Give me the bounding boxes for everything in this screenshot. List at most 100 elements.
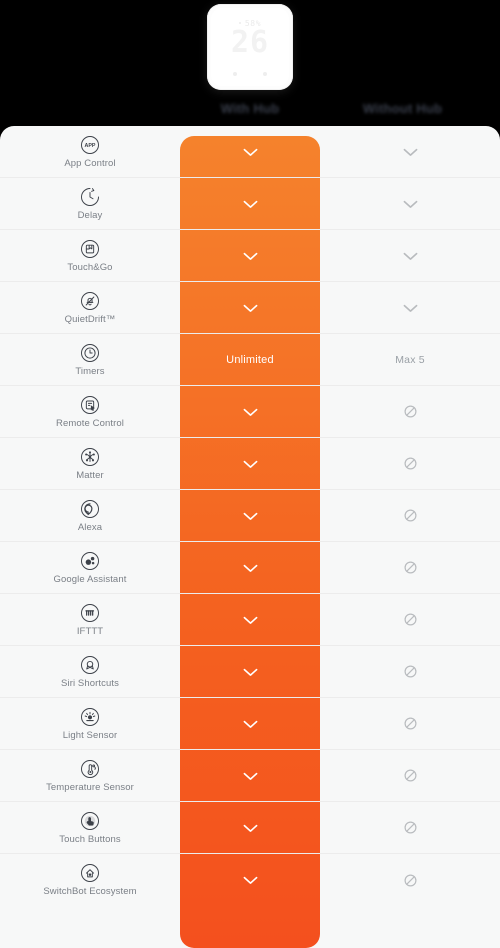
thermostat-device-image: 58% 26 bbox=[207, 4, 293, 90]
without-hub-value: Max 5 bbox=[395, 353, 425, 366]
feature-label: Remote Control bbox=[56, 417, 124, 429]
check-icon bbox=[243, 512, 257, 520]
check-icon bbox=[243, 564, 257, 572]
with-hub-cell bbox=[180, 667, 320, 677]
prohibited-icon bbox=[403, 561, 417, 574]
feature-label: Alexa bbox=[77, 521, 103, 533]
with-hub-cell bbox=[180, 719, 320, 729]
with-hub-cell bbox=[180, 875, 320, 885]
feature-cell: Delay bbox=[0, 187, 180, 221]
without-hub-cell bbox=[320, 769, 500, 782]
with-hub-cell bbox=[180, 563, 320, 573]
without-hub-cell bbox=[320, 405, 500, 418]
check-icon bbox=[243, 824, 257, 832]
feature-label: Google Assistant bbox=[53, 573, 127, 585]
touch-and-go-icon bbox=[80, 239, 100, 259]
column-header-with-hub: With Hub bbox=[220, 101, 280, 116]
feature-label: QuietDrift™ bbox=[64, 313, 116, 325]
table-row: Matter bbox=[0, 438, 500, 490]
with-hub-cell bbox=[180, 407, 320, 417]
table-row: Alexa bbox=[0, 490, 500, 542]
feature-cell: QuietDrift™ bbox=[0, 291, 180, 325]
without-hub-cell bbox=[320, 873, 500, 887]
feature-cell: Touch&Go bbox=[0, 239, 180, 273]
product-hero: 58% 26 bbox=[0, 0, 500, 96]
temperature-sensor-icon bbox=[80, 759, 100, 779]
timers-icon bbox=[80, 343, 100, 363]
with-hub-cell bbox=[180, 615, 320, 625]
feature-cell: IFTTT bbox=[0, 603, 180, 637]
check-icon bbox=[243, 720, 257, 728]
table-row: Temperature Sensor bbox=[0, 750, 500, 802]
feature-label: IFTTT bbox=[76, 625, 104, 637]
feature-cell: APP App Control bbox=[0, 135, 180, 169]
prohibited-icon bbox=[403, 873, 417, 887]
check-icon bbox=[403, 148, 417, 156]
table-row: Siri Shortcuts bbox=[0, 646, 500, 698]
feature-cell: Matter bbox=[0, 447, 180, 481]
prohibited-icon bbox=[403, 457, 417, 470]
table-row: QuietDrift™ bbox=[0, 282, 500, 334]
table-row: Delay bbox=[0, 178, 500, 230]
without-hub-cell bbox=[320, 613, 500, 626]
check-icon bbox=[243, 200, 257, 208]
with-hub-cell bbox=[180, 147, 320, 157]
with-hub-cell bbox=[180, 251, 320, 261]
feature-label: Delay bbox=[77, 209, 103, 221]
check-icon bbox=[243, 876, 257, 884]
check-icon bbox=[403, 252, 417, 260]
table-row: SwitchBot Ecosystem bbox=[0, 854, 500, 906]
with-hub-cell bbox=[180, 303, 320, 313]
feature-label: Matter bbox=[76, 469, 104, 481]
prohibited-icon bbox=[403, 821, 417, 834]
without-hub-cell: Max 5 bbox=[320, 354, 500, 366]
google-assistant-icon bbox=[80, 551, 100, 571]
feature-label: App Control bbox=[64, 157, 116, 169]
table-row: Touch&Go bbox=[0, 230, 500, 282]
check-icon bbox=[243, 304, 257, 312]
quietdrift-icon bbox=[80, 291, 100, 311]
table-row: Remote Control bbox=[0, 386, 500, 438]
table-row: Touch Buttons bbox=[0, 802, 500, 854]
check-icon bbox=[403, 200, 417, 208]
feature-cell: SwitchBot Ecosystem bbox=[0, 863, 180, 897]
with-hub-cell bbox=[180, 459, 320, 469]
comparison-table-rows: APP App Control Delay Touch&Go QuietDrift™ Ti… bbox=[0, 126, 500, 906]
check-icon bbox=[243, 616, 257, 624]
switchbot-ecosystem-icon bbox=[80, 863, 100, 883]
feature-label: Light Sensor bbox=[62, 729, 118, 741]
device-status-dot bbox=[238, 22, 241, 24]
with-hub-cell bbox=[180, 511, 320, 521]
with-hub-cell bbox=[180, 823, 320, 833]
without-hub-cell bbox=[320, 561, 500, 574]
table-row: Timers Unlimited Max 5 bbox=[0, 334, 500, 386]
without-hub-cell bbox=[320, 251, 500, 261]
feature-cell: Temperature Sensor bbox=[0, 759, 180, 793]
without-hub-cell bbox=[320, 147, 500, 157]
table-row: APP App Control bbox=[0, 126, 500, 178]
feature-cell: Timers bbox=[0, 343, 180, 377]
column-header-without-hub: Without Hub bbox=[362, 101, 443, 116]
feature-cell: Alexa bbox=[0, 499, 180, 533]
alexa-icon bbox=[80, 499, 100, 519]
feature-cell: Google Assistant bbox=[0, 551, 180, 585]
with-hub-cell: Unlimited bbox=[180, 354, 320, 366]
prohibited-icon bbox=[403, 405, 417, 418]
device-temperature-readout: 26 bbox=[230, 25, 270, 60]
feature-label: Touch Buttons bbox=[59, 833, 121, 845]
without-hub-cell bbox=[320, 303, 500, 313]
without-hub-cell bbox=[320, 665, 500, 678]
prohibited-icon bbox=[403, 665, 417, 678]
prohibited-icon bbox=[403, 613, 417, 626]
comparison-table-panel: APP App Control Delay Touch&Go QuietDrift™ Ti… bbox=[0, 126, 500, 948]
touch-buttons-icon bbox=[80, 811, 100, 831]
comparison-column-headers: With Hub Without Hub bbox=[0, 96, 500, 126]
ifttt-icon bbox=[80, 603, 100, 623]
feature-cell: Touch Buttons bbox=[0, 811, 180, 845]
feature-label: Temperature Sensor bbox=[46, 781, 134, 793]
without-hub-cell bbox=[320, 821, 500, 834]
feature-label: Timers bbox=[75, 365, 105, 377]
check-icon bbox=[243, 460, 257, 468]
check-icon bbox=[243, 668, 257, 676]
with-hub-cell bbox=[180, 199, 320, 209]
